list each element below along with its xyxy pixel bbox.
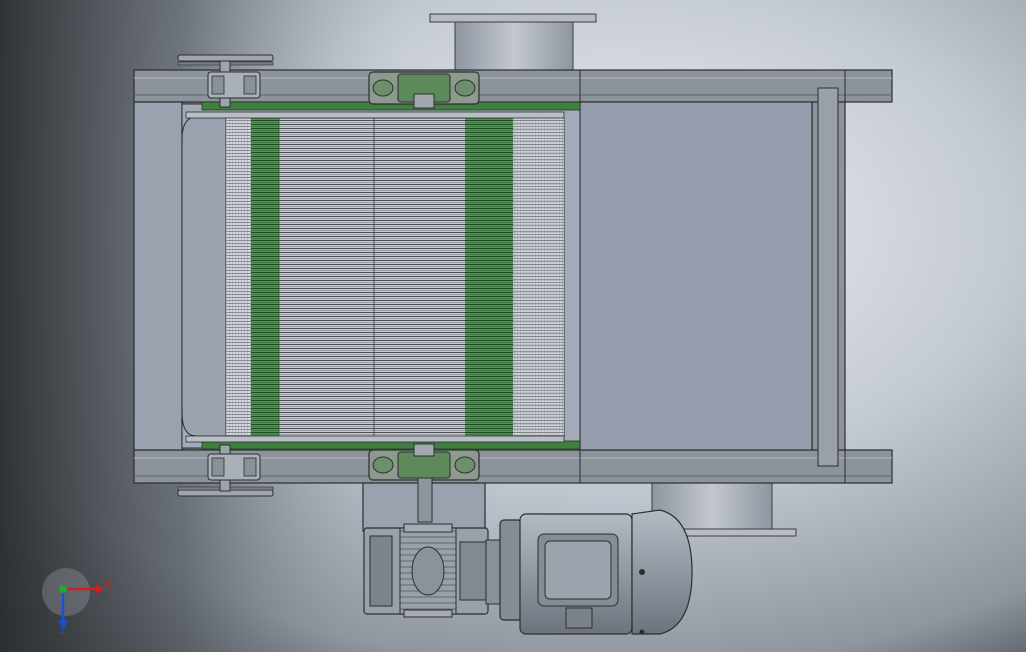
frame-right-end[interactable] xyxy=(811,87,846,467)
cad-viewport[interactable]: X Z xyxy=(0,0,1026,652)
electric-motor[interactable] xyxy=(499,509,693,635)
mesh-top-bar xyxy=(185,111,565,119)
pillow-block-bearing-top[interactable] xyxy=(368,71,480,109)
sprocket-band-left xyxy=(251,117,279,437)
y-axis-dot xyxy=(59,585,67,593)
drive-shaft xyxy=(417,477,433,523)
cover-panel[interactable] xyxy=(579,101,813,451)
x-axis-label: X xyxy=(104,577,112,590)
z-axis-label: Z xyxy=(59,624,67,637)
screen-mesh[interactable] xyxy=(225,116,565,438)
sprocket-band-right xyxy=(465,117,513,437)
mesh-bottom-bar xyxy=(185,435,565,443)
inlet-chute[interactable] xyxy=(429,13,597,73)
frame-left-end[interactable] xyxy=(133,101,183,451)
conveyor-assembly-drawing[interactable]: X Z xyxy=(0,0,1026,652)
pillow-block-bearing-bottom[interactable] xyxy=(368,443,480,481)
worm-gearbox[interactable] xyxy=(363,523,489,618)
